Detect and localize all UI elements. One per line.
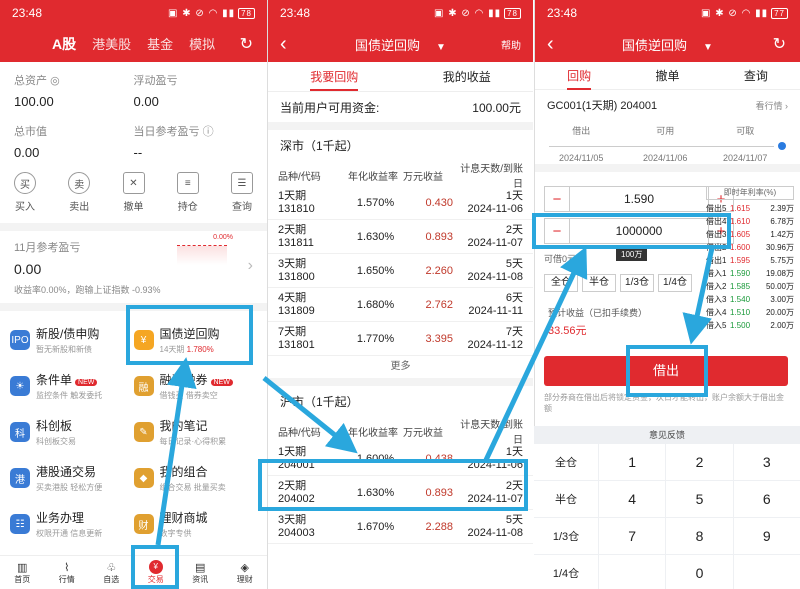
arrow xyxy=(155,357,197,546)
arrow xyxy=(483,246,588,462)
arrow xyxy=(682,247,715,345)
arrow-overlay xyxy=(155,246,715,546)
arrow xyxy=(262,376,358,454)
